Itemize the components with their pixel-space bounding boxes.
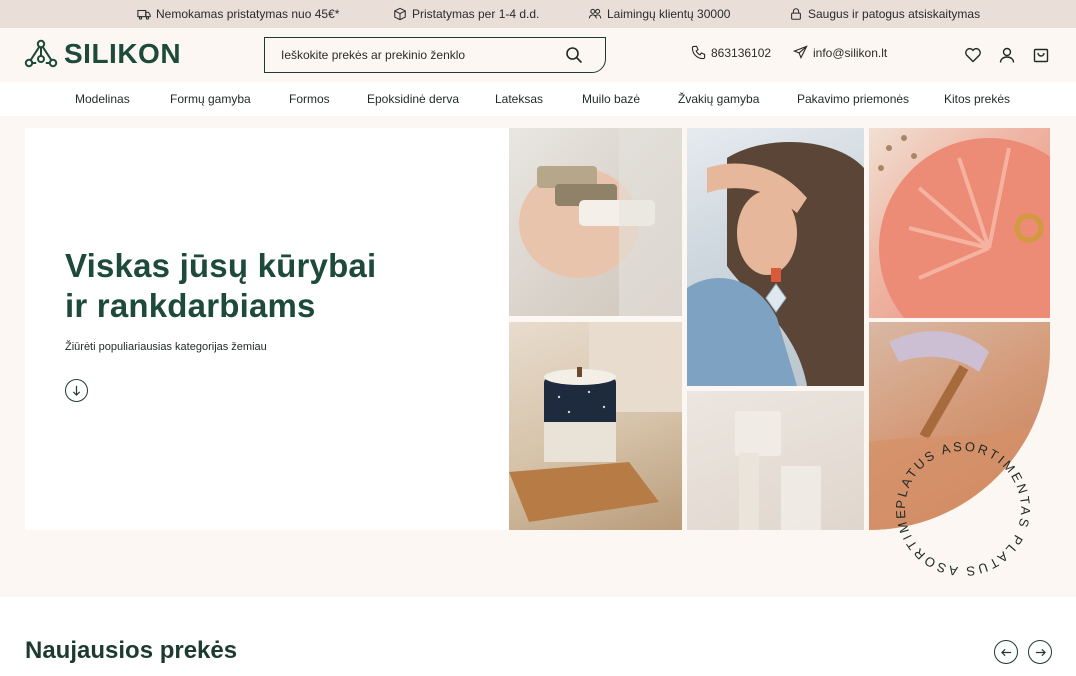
phone-icon [691,45,706,60]
photo-candle [509,322,682,530]
email-link[interactable]: info@silikon.lt [793,45,887,60]
nav-item-zvakiu-gamyba[interactable]: Žvakių gamyba [678,92,759,106]
nav-item-formos[interactable]: Formos [289,92,330,106]
topbar-item-label: Pristatymas per 1-4 d.d. [412,7,540,21]
topbar-item-label: Laimingų klientų 30000 [607,7,731,21]
nav-item-modelinas[interactable]: Modelinas [75,92,130,106]
assortment-badge: PLATUS ASORTIMENTAS PLATUS ASORTIMENTAS [888,434,1033,579]
email-address: info@silikon.lt [813,45,888,60]
carousel-next-button[interactable] [1028,640,1052,664]
topbar-item-delivery-time: Pristatymas per 1-4 d.d. [393,0,539,28]
section-title: Naujausios prekės [25,637,238,664]
scroll-down-button[interactable] [65,379,88,402]
topbar-item-customers: Laimingų klientų 30000 [588,0,730,28]
nav-item-muilo-baze[interactable]: Muilo bazė [582,92,640,106]
logo-text: SILIKON [64,38,182,69]
nav-item-kitos-prekes[interactable]: Kitos prekės [944,92,1010,106]
phone-number: 863136102 [711,45,772,60]
hero-section: Viskas jūsų kūrybai ir rankdarbiams Žiūr… [0,116,1076,597]
topbar-item-label: Saugus ir patogus atsiskaitymas [808,7,981,21]
photo-woman-earrings [687,128,864,386]
nav-item-pakavimo-priemones[interactable]: Pakavimo priemonės [797,92,909,106]
topbar-item-free-shipping: Nemokamas pristatymas nuo 45€* [137,0,339,28]
search-input[interactable] [281,46,561,64]
send-icon [793,45,808,60]
nav-item-lateksas[interactable]: Lateksas [495,92,543,106]
hero-title-line: Viskas jūsų kūrybai [65,247,377,284]
top-info-bar: Nemokamas pristatymas nuo 45€* Pristatym… [0,0,1076,28]
site-header: SILIKON 863136102 info@silikon.lt [0,28,1076,82]
arrow-right-icon [1035,648,1046,656]
carousel-prev-button[interactable] [994,640,1018,664]
arrow-left-icon [1000,648,1011,656]
cart-icon[interactable] [1032,46,1050,64]
search-box[interactable] [264,37,606,73]
nav-item-epoksidine-derva[interactable]: Epoksidinė derva [367,92,459,106]
users-icon [588,8,602,19]
hero-text-card: Viskas jūsų kūrybai ir rankdarbiams Žiūr… [25,128,509,530]
hero-title-line: ir rankdarbiams [65,287,316,324]
badge-text: PLATUS ASORTIMENTAS PLATUS ASORTIMENTAS [888,434,1031,579]
photo-soap-bars [509,128,682,316]
hero-subtitle: Žiūrėti populiariausias kategorijas žemi… [65,341,267,353]
photo-plaster-cast [687,391,864,530]
svg-text:PLATUS ASORTIMENTAS PLATUS ASO: PLATUS ASORTIMENTAS PLATUS ASORTIMENTAS [888,434,1033,579]
logo-molecule-icon [24,39,58,68]
truck-icon [137,9,151,20]
main-nav: Modelinas Formų gamyba Formos Epoksidinė… [0,82,1076,116]
topbar-item-secure-payment: Saugus ir patogus atsiskaitymas [789,0,980,28]
arrow-down-icon [72,385,81,396]
site-logo[interactable]: SILIKON [24,38,181,70]
hero-title: Viskas jūsų kūrybai ir rankdarbiams [65,246,445,326]
search-icon[interactable] [565,46,583,64]
user-icon[interactable] [998,46,1016,64]
lock-icon [791,8,801,20]
box-icon [394,7,406,21]
photo-pink-plate [869,128,1050,318]
phone-link[interactable]: 863136102 [691,45,771,60]
topbar-item-label: Nemokamas pristatymas nuo 45€* [156,7,340,21]
nav-item-formu-gamyba[interactable]: Formų gamyba [170,92,251,106]
new-products-section: Naujausios prekės [0,597,1076,676]
heart-icon[interactable] [964,46,982,64]
